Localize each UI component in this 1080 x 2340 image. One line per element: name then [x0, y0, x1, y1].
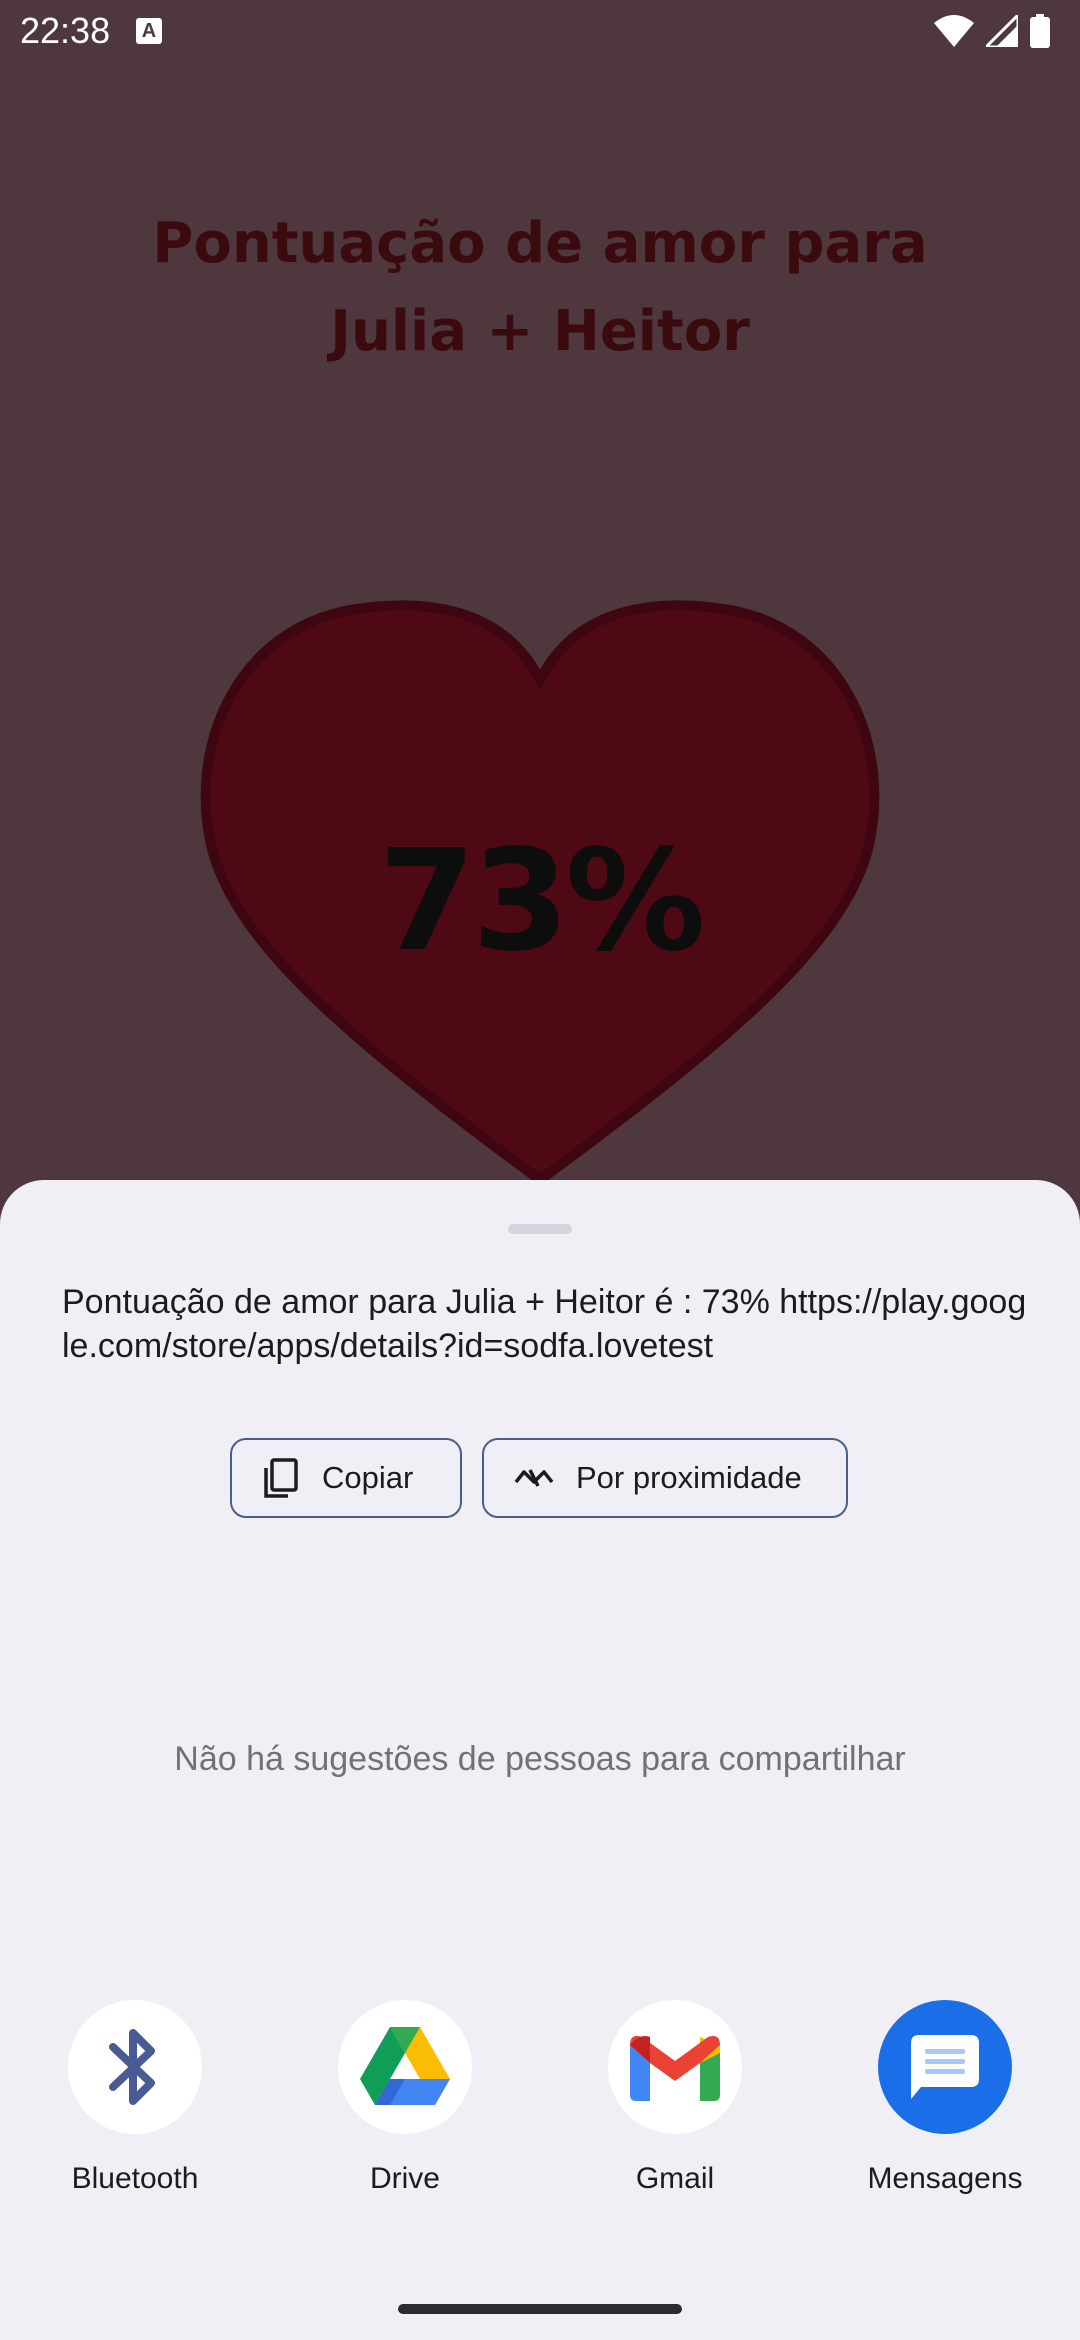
- share-target-drive[interactable]: Drive: [270, 2000, 540, 2196]
- google-drive-icon: [338, 2000, 472, 2134]
- share-target-gmail[interactable]: Gmail: [540, 2000, 810, 2196]
- notification-a-icon: A: [136, 18, 162, 44]
- love-score-title: Pontuação de amor para Julia + Heitor: [0, 200, 1080, 376]
- gmail-icon: [608, 2000, 742, 2134]
- share-target-label: Bluetooth: [71, 2162, 199, 2195]
- copy-button[interactable]: Copiar: [230, 1438, 462, 1518]
- title-line-1: Pontuação de amor para: [152, 211, 928, 276]
- share-target-bluetooth[interactable]: Bluetooth: [0, 2000, 270, 2196]
- nearby-share-label: Por proximidade: [576, 1460, 802, 1495]
- wifi-icon: [934, 15, 974, 47]
- share-target-label: Mensagens: [867, 2162, 1023, 2195]
- share-preview-text: Pontuação de amor para Julia + Heitor é …: [62, 1283, 1027, 1365]
- status-bar: 22:38 A: [0, 0, 1080, 62]
- signal-icon: [986, 15, 1018, 47]
- nearby-share-button[interactable]: Por proximidade: [482, 1438, 848, 1518]
- copy-button-label: Copiar: [322, 1460, 414, 1495]
- messages-icon: [878, 2000, 1012, 2134]
- battery-icon: [1030, 14, 1050, 48]
- share-targets: Bluetooth Drive Gmail Mensagens: [0, 2000, 1080, 2220]
- love-score-value: 73%: [378, 820, 705, 983]
- title-line-2: Julia + Heitor: [330, 299, 750, 364]
- share-target-messages[interactable]: Mensagens: [810, 2000, 1080, 2196]
- share-target-label: Drive: [369, 2162, 440, 2195]
- status-time: 22:38: [20, 10, 111, 51]
- copy-icon: [262, 1458, 300, 1498]
- share-sheet: Pontuação de amor para Julia + Heitor é …: [0, 1180, 1080, 2340]
- share-target-label: Gmail: [635, 2162, 715, 2195]
- nearby-share-icon: [514, 1466, 554, 1490]
- no-suggestions-text: Não há sugestões de pessoas para compart…: [174, 1740, 906, 1778]
- bluetooth-icon: [68, 2000, 202, 2134]
- gesture-nav-bar[interactable]: [398, 2304, 682, 2314]
- sheet-drag-handle[interactable]: [508, 1224, 572, 1234]
